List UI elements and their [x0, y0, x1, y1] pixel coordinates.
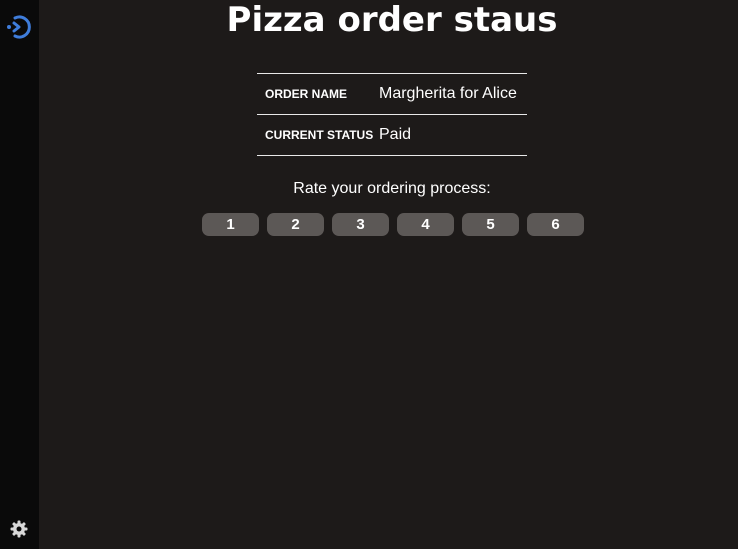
rating-button-3[interactable]: 3 — [332, 213, 389, 236]
rating-options: 1 2 3 4 5 6 — [202, 213, 584, 236]
order-details-table: ORDER NAME Margherita for Alice CURRENT … — [257, 73, 527, 156]
app-logo-icon[interactable] — [5, 13, 33, 41]
main-content: Pizza order staus ORDER NAME Margherita … — [39, 0, 738, 549]
order-name-label: ORDER NAME — [257, 73, 379, 115]
rating-prompt: Rate your ordering process: — [293, 180, 491, 197]
gear-icon[interactable] — [9, 519, 29, 539]
rating-button-6[interactable]: 6 — [527, 213, 584, 236]
sidebar — [0, 0, 39, 549]
rating-button-1[interactable]: 1 — [202, 213, 259, 236]
table-row: ORDER NAME Margherita for Alice — [257, 73, 527, 115]
rating-button-5[interactable]: 5 — [462, 213, 519, 236]
rating-button-2[interactable]: 2 — [267, 213, 324, 236]
current-status-label: CURRENT STATUS — [257, 114, 379, 156]
current-status-value: Paid — [379, 114, 527, 156]
table-row: CURRENT STATUS Paid — [257, 114, 527, 156]
order-name-value: Margherita for Alice — [379, 73, 527, 115]
rating-button-4[interactable]: 4 — [397, 213, 454, 236]
page-title: Pizza order staus — [226, 0, 558, 40]
